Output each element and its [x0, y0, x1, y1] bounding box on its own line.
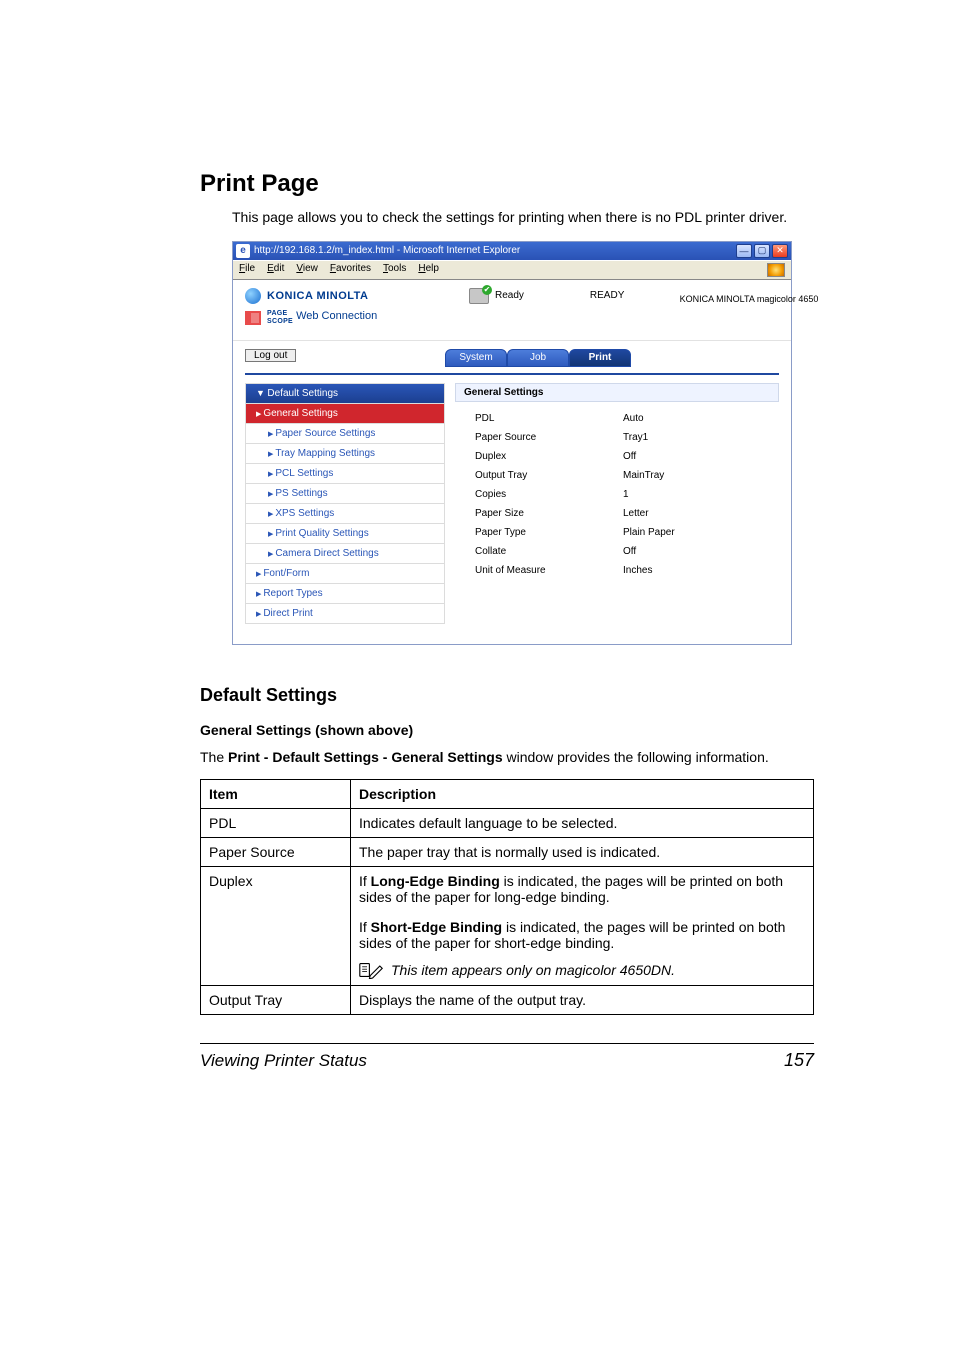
status-big: READY	[590, 290, 624, 301]
ie-icon: e	[236, 244, 250, 258]
window-titlebar: e http://192.168.1.2/m_index.html - Micr…	[233, 242, 791, 260]
ie-throbber-icon	[767, 263, 785, 277]
tab-system[interactable]: System	[445, 349, 507, 367]
menu-bar: File Edit View Favorites Tools Help	[233, 260, 791, 280]
brand-globe-icon	[245, 288, 261, 304]
table-row: Output Tray Displays the name of the out…	[201, 985, 814, 1014]
sidebar: Default Settings General Settings Paper …	[245, 383, 445, 624]
tab-job[interactable]: Job	[507, 349, 569, 367]
footer-rule	[200, 1043, 814, 1044]
page-number: 157	[784, 1050, 814, 1071]
table-row: PDLAuto	[457, 410, 777, 427]
note-text: This item appears only on magicolor 4650…	[391, 962, 675, 978]
table-row: Copies1	[457, 486, 777, 503]
sidebar-item-font-form[interactable]: Font/Form	[245, 564, 445, 584]
pagescope-label: PAGESCOPE Web Connection	[267, 310, 377, 326]
tab-bar: System Job Print	[445, 349, 631, 367]
pagescope-icon	[245, 311, 261, 325]
table-row: CollateOff	[457, 543, 777, 560]
default-settings-heading: Default Settings	[200, 685, 814, 706]
note-icon	[359, 961, 383, 979]
table-row: Paper Source The paper tray that is norm…	[201, 837, 814, 866]
menu-file[interactable]: File	[239, 263, 255, 277]
sidebar-item-report-types[interactable]: Report Types	[245, 584, 445, 604]
panel-heading: General Settings	[455, 383, 779, 402]
table-row: DuplexOff	[457, 448, 777, 465]
sidebar-item-paper-source-settings[interactable]: Paper Source Settings	[245, 424, 445, 444]
sidebar-item-general-settings[interactable]: General Settings	[245, 404, 445, 424]
intro-text: This page allows you to check the settin…	[232, 208, 814, 227]
model-label: KONICA MINOLTA magicolor 4650	[648, 288, 818, 304]
col-item: Item	[201, 779, 351, 808]
status-small: Ready	[495, 290, 524, 301]
table-row: Paper TypePlain Paper	[457, 524, 777, 541]
sidebar-item-xps-settings[interactable]: XPS Settings	[245, 504, 445, 524]
tab-underline	[245, 373, 779, 375]
col-description: Description	[351, 779, 814, 808]
table-row: Unit of MeasureInches	[457, 562, 777, 579]
window-title: http://192.168.1.2/m_index.html - Micros…	[254, 245, 520, 256]
menu-favorites[interactable]: Favorites	[330, 263, 371, 277]
table-row: Paper SizeLetter	[457, 505, 777, 522]
body-paragraph: The Print - Default Settings - General S…	[200, 748, 814, 767]
table-row: Paper SourceTray1	[457, 429, 777, 446]
table-row: Duplex If Long-Edge Binding is indicated…	[201, 866, 814, 985]
maximize-button[interactable]: ▢	[754, 244, 770, 258]
minimize-button[interactable]: ―	[736, 244, 752, 258]
close-button[interactable]: ✕	[772, 244, 788, 258]
general-settings-subheading: General Settings (shown above)	[200, 722, 814, 738]
menu-help[interactable]: Help	[418, 263, 439, 277]
menu-edit[interactable]: Edit	[267, 263, 284, 277]
table-row: PDL Indicates default language to be sel…	[201, 808, 814, 837]
brand-name: KONICA MINOLTA	[267, 290, 369, 302]
sidebar-item-tray-mapping-settings[interactable]: Tray Mapping Settings	[245, 444, 445, 464]
footer-title: Viewing Printer Status	[200, 1051, 367, 1071]
sidebar-item-ps-settings[interactable]: PS Settings	[245, 484, 445, 504]
sidebar-item-camera-direct-settings[interactable]: Camera Direct Settings	[245, 544, 445, 564]
printer-ready-icon	[469, 288, 489, 304]
menu-view[interactable]: View	[296, 263, 318, 277]
sidebar-item-direct-print[interactable]: Direct Print	[245, 604, 445, 624]
spec-table: Item Description PDL Indicates default l…	[200, 779, 814, 1015]
table-row: Output TrayMainTray	[457, 467, 777, 484]
sidebar-item-pcl-settings[interactable]: PCL Settings	[245, 464, 445, 484]
content-panel: General Settings PDLAuto Paper SourceTra…	[455, 383, 779, 624]
sidebar-header[interactable]: Default Settings	[245, 383, 445, 404]
sidebar-item-print-quality-settings[interactable]: Print Quality Settings	[245, 524, 445, 544]
browser-screenshot: e http://192.168.1.2/m_index.html - Micr…	[232, 241, 792, 645]
menu-tools[interactable]: Tools	[383, 263, 406, 277]
tab-print[interactable]: Print	[569, 349, 631, 367]
section-title: Print Page	[200, 170, 814, 198]
logout-button[interactable]: Log out	[245, 349, 296, 362]
